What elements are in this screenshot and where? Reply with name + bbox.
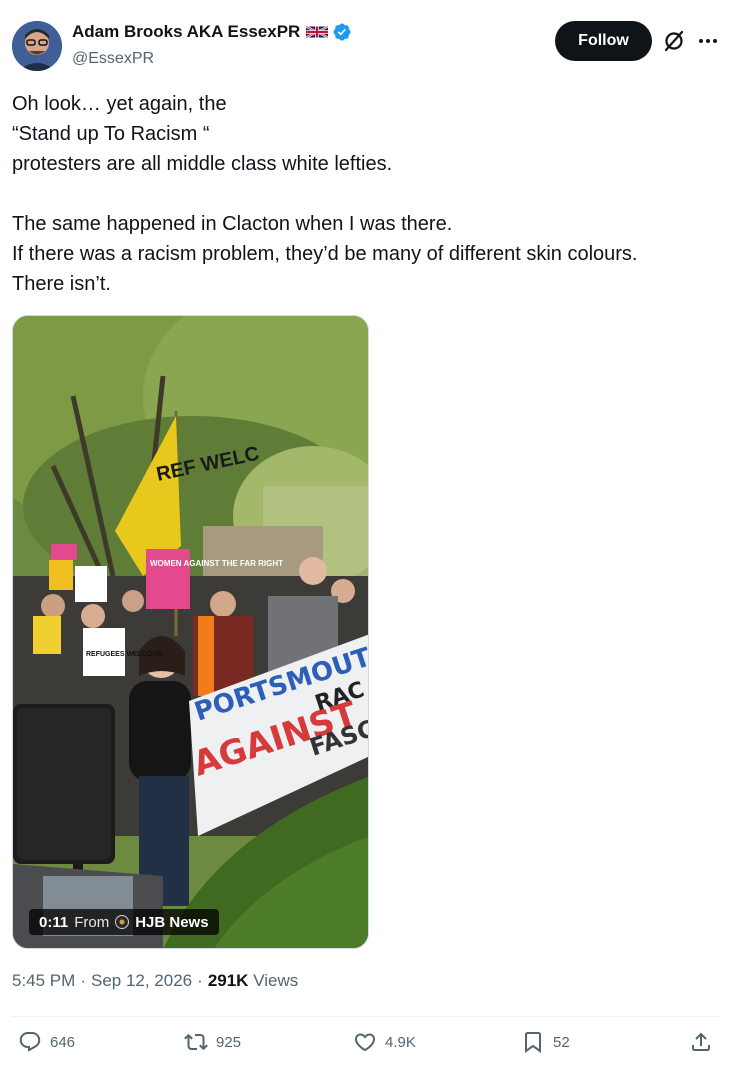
from-label: From [74,913,110,931]
video-source-link[interactable]: HJB News [135,914,208,931]
reply-button[interactable]: 646 [18,1030,75,1054]
sign-women-text: WOMEN AGAINST THE FAR RIGHT [150,559,283,568]
bookmark-icon [525,1032,541,1053]
reply-count: 646 [50,1033,76,1051]
views-label: Views [253,971,299,990]
sign-refugees-text: REFUGEES WELCOME [86,651,163,658]
more-options-icon[interactable] [696,29,720,53]
video-duration: 0:11 [39,913,69,931]
repost-icon [184,1033,208,1051]
video-player[interactable]: REF WELC WOMEN AGAINST THE FAR RIGHT REF… [12,315,369,949]
action-bar: 646 925 4.9K 52 [12,1030,720,1064]
meta-separator: · [197,971,203,990]
bookmark-count: 52 [553,1033,570,1051]
share-icon [692,1032,710,1051]
like-count: 4.9K [385,1033,416,1051]
divider [12,1016,720,1017]
tweet-header: Adam Brooks AKA EssexPR @EssexPR Follow [12,20,728,72]
like-button[interactable]: 4.9K [353,1030,416,1054]
display-name[interactable]: Adam Brooks AKA EssexPR [72,22,300,42]
verified-badge-icon[interactable] [332,22,352,42]
avatar[interactable] [12,21,62,71]
tweet-meta: 5:45 PM · Sep 12, 2026 · 291K Views [12,971,298,991]
name-row: Adam Brooks AKA EssexPR [72,22,352,42]
post-time[interactable]: 5:45 PM [12,971,75,991]
heart-icon [354,1033,376,1052]
grok-icon[interactable] [662,29,686,53]
repost-count: 925 [216,1033,242,1051]
views-count: 291K [207,971,249,990]
post-date[interactable]: Sep 12, 2026 [91,971,192,991]
repost-button[interactable]: 925 [184,1030,241,1054]
source-avatar-icon [115,915,130,929]
share-button[interactable] [689,1030,713,1054]
video-frame: REF WELC WOMEN AGAINST THE FAR RIGHT REF… [13,316,368,948]
tweet-text: Oh look… yet again, the “Stand up To Rac… [12,93,638,295]
uk-flag-icon [306,25,329,39]
reply-icon [19,1032,41,1052]
meta-separator: · [80,971,86,990]
follow-button[interactable]: Follow [555,21,652,61]
bookmark-button[interactable]: 52 [521,1030,570,1054]
handle[interactable]: @EssexPR [72,50,154,68]
video-info-badge: 0:11 From HJB News [29,909,219,935]
